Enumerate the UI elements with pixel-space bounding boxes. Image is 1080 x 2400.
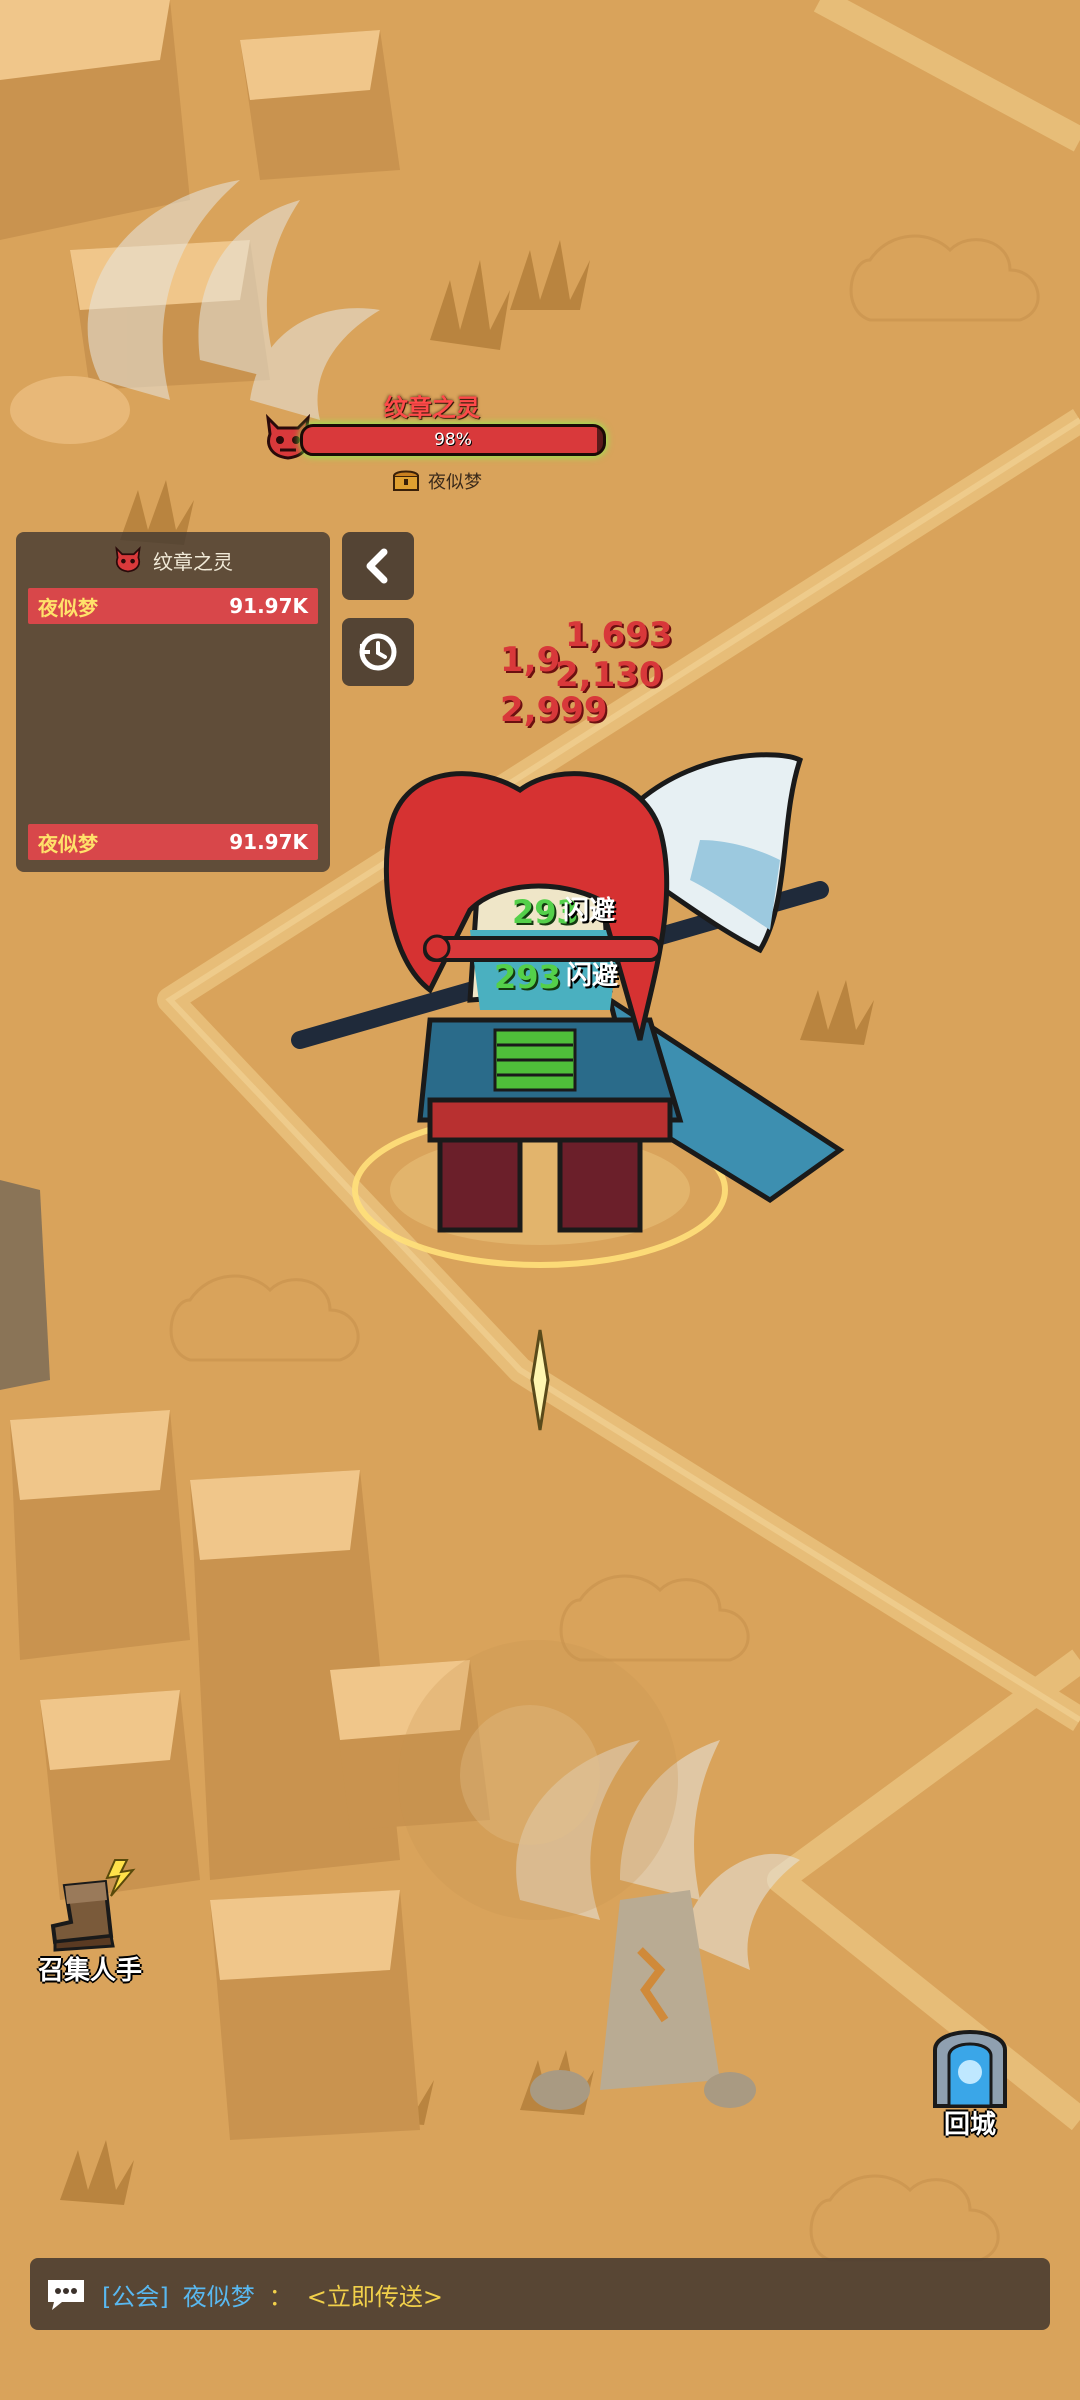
self-damage-value: 91.97K [229,830,308,854]
boot-lightning-icon [50,1859,136,1952]
heal-number: 293 [494,958,561,996]
dodge-text: 闪避 [566,961,619,991]
damage-number: 2,130 [555,655,663,695]
boss-owner-name: 夜似梦 [428,472,482,493]
chat-bubble-icon [48,2280,84,2310]
chat-separator: ： [268,2282,293,2311]
dodge-text: 闪避 [563,896,616,926]
chevron-left-icon [366,548,388,584]
history-clock-icon [359,633,397,671]
self-player-name: 夜似梦 [38,831,98,856]
ranking-damage-value: 91.97K [229,594,308,618]
damage-number: 2,999 [500,690,608,730]
chat-channel: [公会] [102,2282,169,2311]
boss-hp-bar: 98% [300,424,606,456]
boss-owner: 夜似梦 [392,468,482,494]
damage-number: 1,693 [565,615,673,655]
return-city-button[interactable]: 回城 [910,2020,1030,2141]
demon-skull-icon [115,546,141,573]
self-ranking-row: 夜似梦 91.97K [28,824,318,860]
recruit-label: 召集人手 [37,1956,142,1986]
ranking-row: 夜似梦 91.97K [28,588,318,624]
damage-ranking-panel[interactable]: 纹章之灵 夜似梦 91.97K 夜似梦 91.97K [16,532,330,872]
history-button[interactable] [342,618,414,686]
portal-gate-icon [933,2030,1007,2108]
collapse-panel-button[interactable] [342,532,414,600]
treasure-chest-icon [393,470,419,491]
chat-bar[interactable]: [公会] 夜似梦 ： <立即传送> [30,2258,1050,2330]
ranking-player-name: 夜似梦 [38,595,98,620]
damage-number: 1,9 [500,640,561,680]
panel-title: 纹章之灵 [153,549,233,574]
boss-health-bar: 纹章之灵 98% 夜似梦 [262,388,606,493]
teleport-link[interactable]: <立即传送> [307,2277,443,2312]
panel-header: 纹章之灵 [16,540,330,580]
recruit-button[interactable]: 召集人手 [30,1856,150,1987]
boss-hp-percent: 98% [434,430,472,450]
chat-sender[interactable]: 夜似梦 [183,2277,255,2312]
